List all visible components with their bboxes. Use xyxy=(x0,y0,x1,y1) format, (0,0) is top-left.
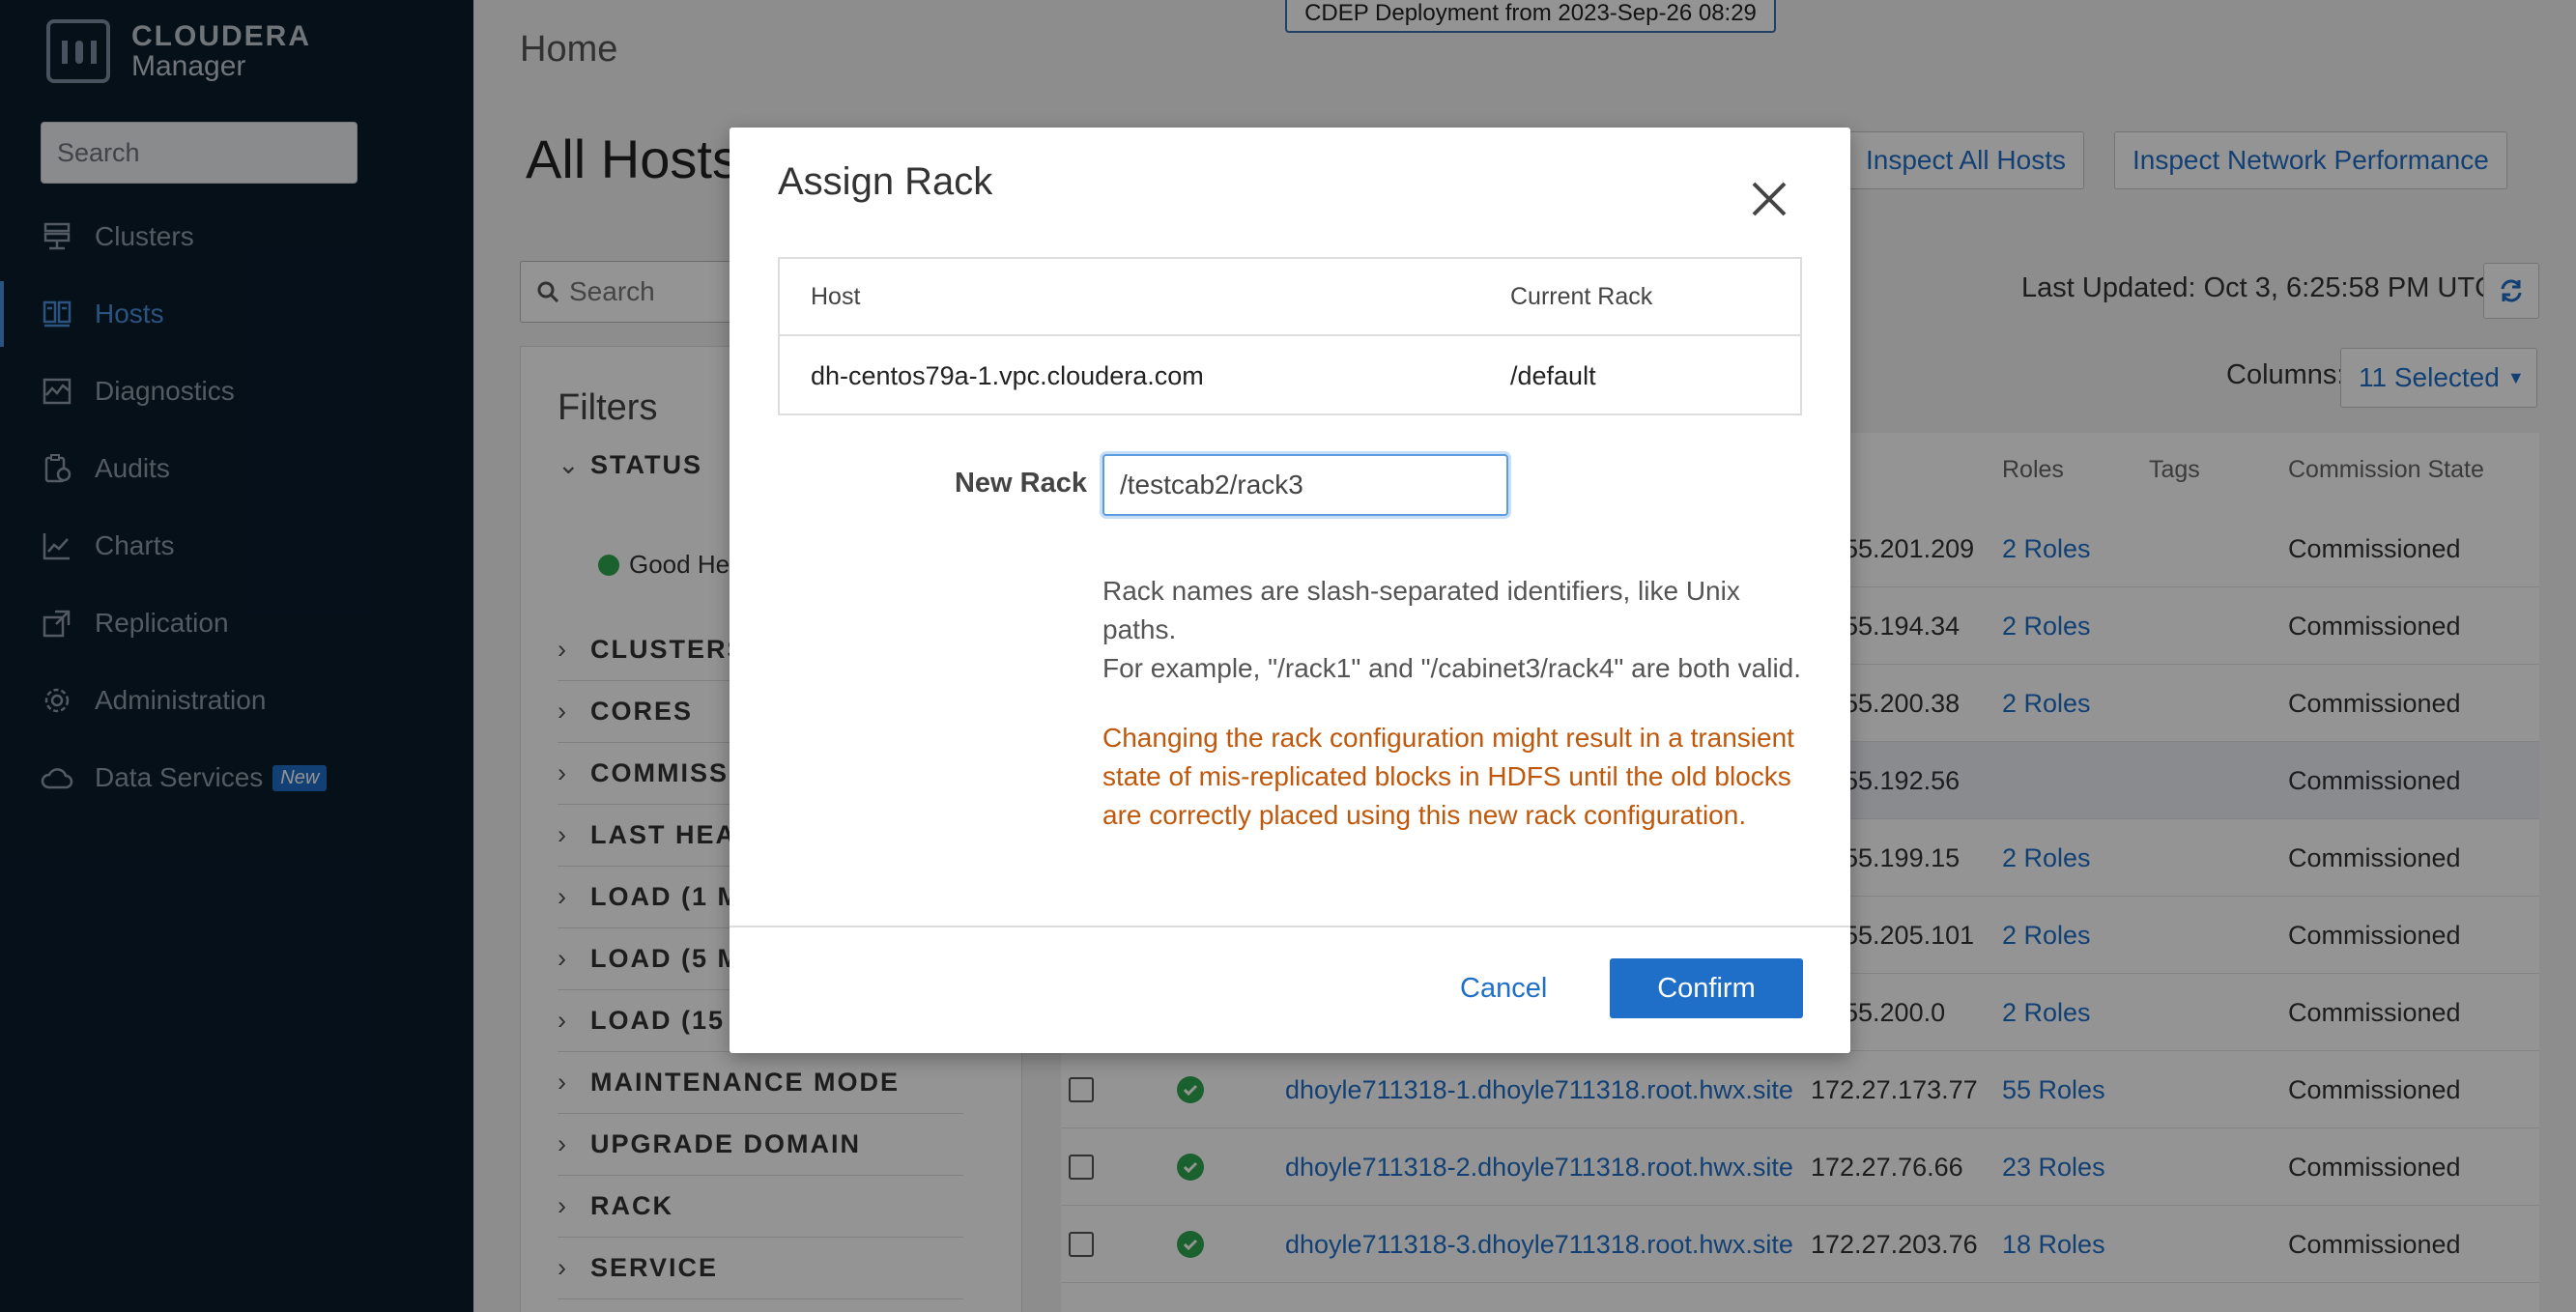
host-name: dh-centos79a-1.vpc.cloudera.com xyxy=(811,360,1204,390)
rack-warning-text: Changing the rack configuration might re… xyxy=(1102,723,1794,830)
host-rack-table-header: Host Current Rack xyxy=(780,259,1800,336)
close-icon[interactable] xyxy=(1746,176,1792,222)
rack-help-text: Rack names are slash-separated identifie… xyxy=(1102,576,1802,683)
col-header-current-rack: Current Rack xyxy=(1510,282,1653,310)
col-header-host: Host xyxy=(811,282,861,310)
dialog-footer-divider xyxy=(730,926,1850,927)
dialog-title: Assign Rack xyxy=(778,160,993,203)
cancel-button[interactable]: Cancel xyxy=(1441,958,1566,1018)
current-rack: /default xyxy=(1510,360,1596,390)
new-rack-label: New Rack xyxy=(954,468,1087,499)
table-row: dh-centos79a-1.vpc.cloudera.com /default xyxy=(780,336,1800,415)
confirm-button[interactable]: Confirm xyxy=(1610,958,1803,1018)
new-rack-input[interactable] xyxy=(1102,454,1508,516)
host-rack-table: Host Current Rack dh-centos79a-1.vpc.clo… xyxy=(778,257,1802,415)
assign-rack-dialog: Assign Rack Host Current Rack dh-centos7… xyxy=(730,128,1850,1053)
